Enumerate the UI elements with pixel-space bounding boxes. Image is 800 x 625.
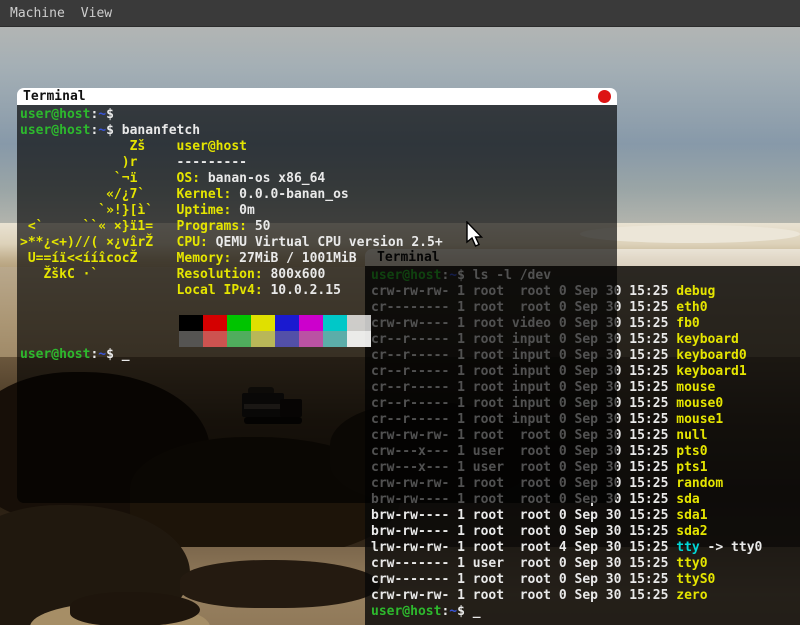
rock [180, 560, 380, 608]
color-palette-row1 [179, 315, 617, 331]
menu-item-machine[interactable]: Machine [10, 0, 65, 27]
terminal1-window: Terminal user@host:~$user@host:~$ bananf… [17, 88, 617, 503]
terminal1-output-top: user@host:~$user@host:~$ bananfetch Zš u… [20, 107, 617, 315]
menu-item-view[interactable]: View [81, 0, 112, 27]
mouse-cursor-icon [466, 221, 486, 249]
color-palette-row2 [179, 331, 617, 347]
menu-bar: Machine View [0, 0, 800, 27]
screen: Machine View Terminal user@host:~$ ls -l… [0, 0, 800, 625]
terminal1-titlebar[interactable]: Terminal [17, 88, 617, 105]
terminal1-prompt: user@host:~$ _ [20, 347, 617, 363]
rock [70, 592, 200, 625]
terminal1-content[interactable]: user@host:~$user@host:~$ bananfetch Zš u… [17, 105, 617, 503]
terminal1-title: Terminal [23, 89, 86, 104]
close-button[interactable] [598, 90, 611, 103]
